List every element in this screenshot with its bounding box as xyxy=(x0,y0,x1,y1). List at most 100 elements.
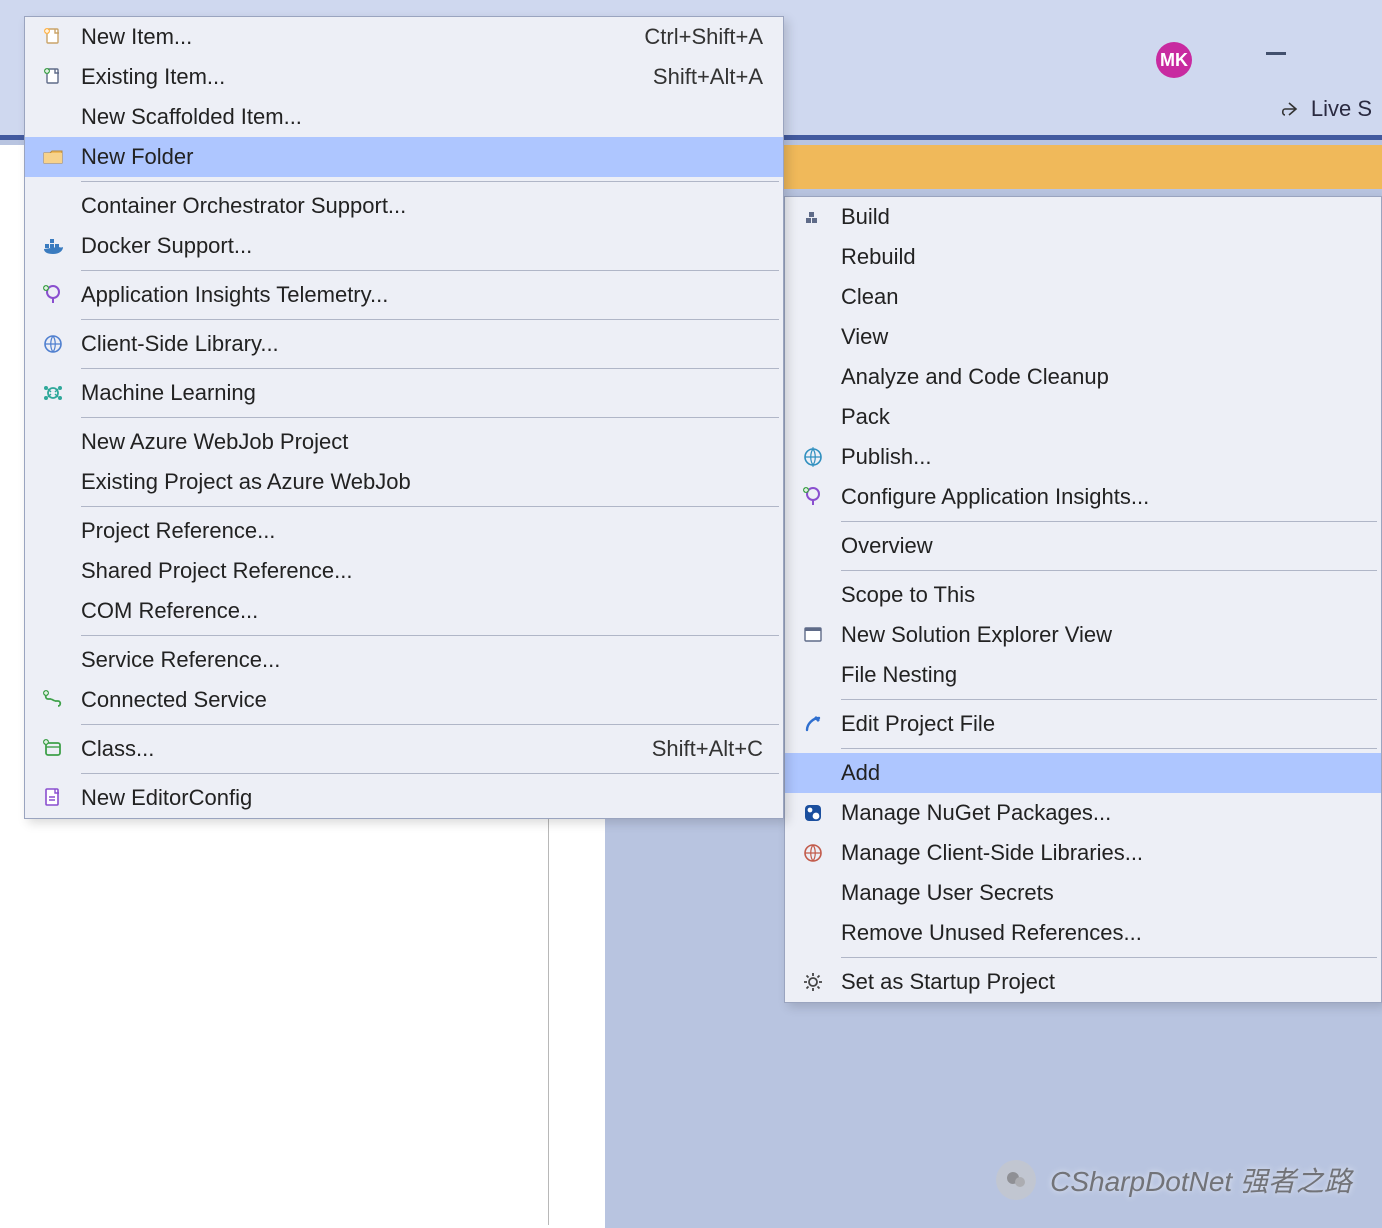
menu-item-label: Publish... xyxy=(841,444,1361,470)
menu-item-label: Container Orchestrator Support... xyxy=(81,193,763,219)
menu-item-label: Shared Project Reference... xyxy=(81,558,763,584)
menu-item-container-orch[interactable]: Container Orchestrator Support... xyxy=(25,186,783,226)
project-context-menu: Build Rebuild Clean View Analyze and Code Cl… xyxy=(784,196,1382,1003)
menu-separator xyxy=(81,181,779,182)
menu-item-rebuild[interactable]: Rebuild xyxy=(785,237,1381,277)
menu-item-config-insights[interactable]: Configure Application Insights... xyxy=(785,477,1381,517)
menu-item-label: New Solution Explorer View xyxy=(841,622,1361,648)
ml-icon xyxy=(25,381,81,405)
minimize-button[interactable] xyxy=(1266,52,1286,55)
menu-item-remove-refs[interactable]: Remove Unused References... xyxy=(785,913,1381,953)
client-lib-icon xyxy=(25,332,81,356)
menu-item-existing-azure[interactable]: Existing Project as Azure WebJob xyxy=(25,462,783,502)
docker-icon xyxy=(25,234,81,258)
menu-item-label: Class... xyxy=(81,736,622,762)
menu-separator xyxy=(841,521,1377,522)
menu-item-overview[interactable]: Overview xyxy=(785,526,1381,566)
folder-icon xyxy=(25,145,81,169)
menu-item-existing-item[interactable]: Existing Item... Shift+Alt+A xyxy=(25,57,783,97)
menu-item-shared-proj-ref[interactable]: Shared Project Reference... xyxy=(25,551,783,591)
menu-item-new-scaffolded[interactable]: New Scaffolded Item... xyxy=(25,97,783,137)
menu-item-label: Project Reference... xyxy=(81,518,763,544)
menu-item-label: Remove Unused References... xyxy=(841,920,1361,946)
menu-item-new-azure-webjob[interactable]: New Azure WebJob Project xyxy=(25,422,783,462)
existing-item-icon xyxy=(25,65,81,89)
menu-item-docker-support[interactable]: Docker Support... xyxy=(25,226,783,266)
menu-item-label: Connected Service xyxy=(81,687,763,713)
menu-item-user-secrets[interactable]: Manage User Secrets xyxy=(785,873,1381,913)
menu-item-edit-proj[interactable]: Edit Project File xyxy=(785,704,1381,744)
menu-item-label: View xyxy=(841,324,1361,350)
app-insights-icon xyxy=(25,283,81,307)
new-item-icon xyxy=(25,25,81,49)
menu-item-label: Configure Application Insights... xyxy=(841,484,1361,510)
menu-separator xyxy=(81,773,779,774)
publish-icon xyxy=(785,445,841,469)
client-lib-red-icon xyxy=(785,841,841,865)
menu-item-publish[interactable]: Publish... xyxy=(785,437,1381,477)
user-avatar[interactable]: MK xyxy=(1156,42,1192,78)
menu-separator xyxy=(81,635,779,636)
menu-item-label: New Scaffolded Item... xyxy=(81,104,763,130)
menu-item-label: Manage NuGet Packages... xyxy=(841,800,1361,826)
menu-item-pack[interactable]: Pack xyxy=(785,397,1381,437)
menu-item-service-ref[interactable]: Service Reference... xyxy=(25,640,783,680)
menu-item-new-folder[interactable]: New Folder xyxy=(25,137,783,177)
menu-item-startup[interactable]: Set as Startup Project xyxy=(785,962,1381,1002)
menu-item-com-ref[interactable]: COM Reference... xyxy=(25,591,783,631)
menu-item-label: Existing Project as Azure WebJob xyxy=(81,469,763,495)
build-icon xyxy=(785,205,841,229)
menu-separator xyxy=(81,319,779,320)
menu-separator xyxy=(81,417,779,418)
menu-item-clean[interactable]: Clean xyxy=(785,277,1381,317)
menu-item-client-lib[interactable]: Client-Side Library... xyxy=(25,324,783,364)
menu-item-label: Rebuild xyxy=(841,244,1361,270)
menu-separator xyxy=(841,570,1377,571)
menu-item-label: Manage Client-Side Libraries... xyxy=(841,840,1361,866)
live-share-icon xyxy=(1279,100,1299,120)
menu-item-label: Overview xyxy=(841,533,1361,559)
add-submenu: New Item...Ctrl+Shift+A Existing Item... S… xyxy=(24,16,784,819)
live-share-label: Live S xyxy=(1311,96,1372,121)
menu-item-view[interactable]: View xyxy=(785,317,1381,357)
menu-item-new-editorconfig[interactable]: New EditorConfig xyxy=(25,778,783,818)
menu-item-label: New EditorConfig xyxy=(81,785,763,811)
menu-item-label: Existing Item... xyxy=(81,64,623,90)
menu-item-label: Edit Project File xyxy=(841,711,1361,737)
menu-item-nuget[interactable]: Manage NuGet Packages... xyxy=(785,793,1381,833)
app-insights-icon xyxy=(785,485,841,509)
menu-item-label: COM Reference... xyxy=(81,598,763,624)
menu-separator xyxy=(841,748,1377,749)
menu-separator xyxy=(81,368,779,369)
menu-item-add[interactable]: Add xyxy=(785,753,1381,793)
menu-item-proj-ref[interactable]: Project Reference... xyxy=(25,511,783,551)
menu-item-new-sol-view[interactable]: New Solution Explorer View xyxy=(785,615,1381,655)
nuget-icon xyxy=(785,801,841,825)
editorconfig-icon xyxy=(25,786,81,810)
menu-item-connected-svc[interactable]: Connected Service xyxy=(25,680,783,720)
live-share-button[interactable]: Live S xyxy=(1279,96,1372,122)
menu-item-class[interactable]: Class...Shift+Alt+C xyxy=(25,729,783,769)
menu-item-scope[interactable]: Scope to This xyxy=(785,575,1381,615)
menu-item-label: Pack xyxy=(841,404,1361,430)
class-icon xyxy=(25,737,81,761)
menu-item-analyze[interactable]: Analyze and Code Cleanup xyxy=(785,357,1381,397)
menu-separator xyxy=(81,506,779,507)
menu-item-client-libs[interactable]: Manage Client-Side Libraries... xyxy=(785,833,1381,873)
menu-item-new-item[interactable]: New Item...Ctrl+Shift+A xyxy=(25,17,783,57)
menu-item-machine-learning[interactable]: Machine Learning xyxy=(25,373,783,413)
menu-item-build[interactable]: Build xyxy=(785,197,1381,237)
menu-item-label: Analyze and Code Cleanup xyxy=(841,364,1361,390)
menu-item-label: Service Reference... xyxy=(81,647,763,673)
menu-item-label: Machine Learning xyxy=(81,380,763,406)
menu-item-app-insights[interactable]: Application Insights Telemetry... xyxy=(25,275,783,315)
menu-item-file-nesting[interactable]: File Nesting xyxy=(785,655,1381,695)
menu-item-shortcut: Ctrl+Shift+A xyxy=(644,24,763,50)
connected-service-icon xyxy=(25,688,81,712)
gear-icon xyxy=(785,970,841,994)
menu-item-label: Clean xyxy=(841,284,1361,310)
menu-item-shortcut: Shift+Alt+A xyxy=(653,64,763,90)
menu-item-label: New Folder xyxy=(81,144,763,170)
menu-item-label: Client-Side Library... xyxy=(81,331,763,357)
edit-icon xyxy=(785,712,841,736)
